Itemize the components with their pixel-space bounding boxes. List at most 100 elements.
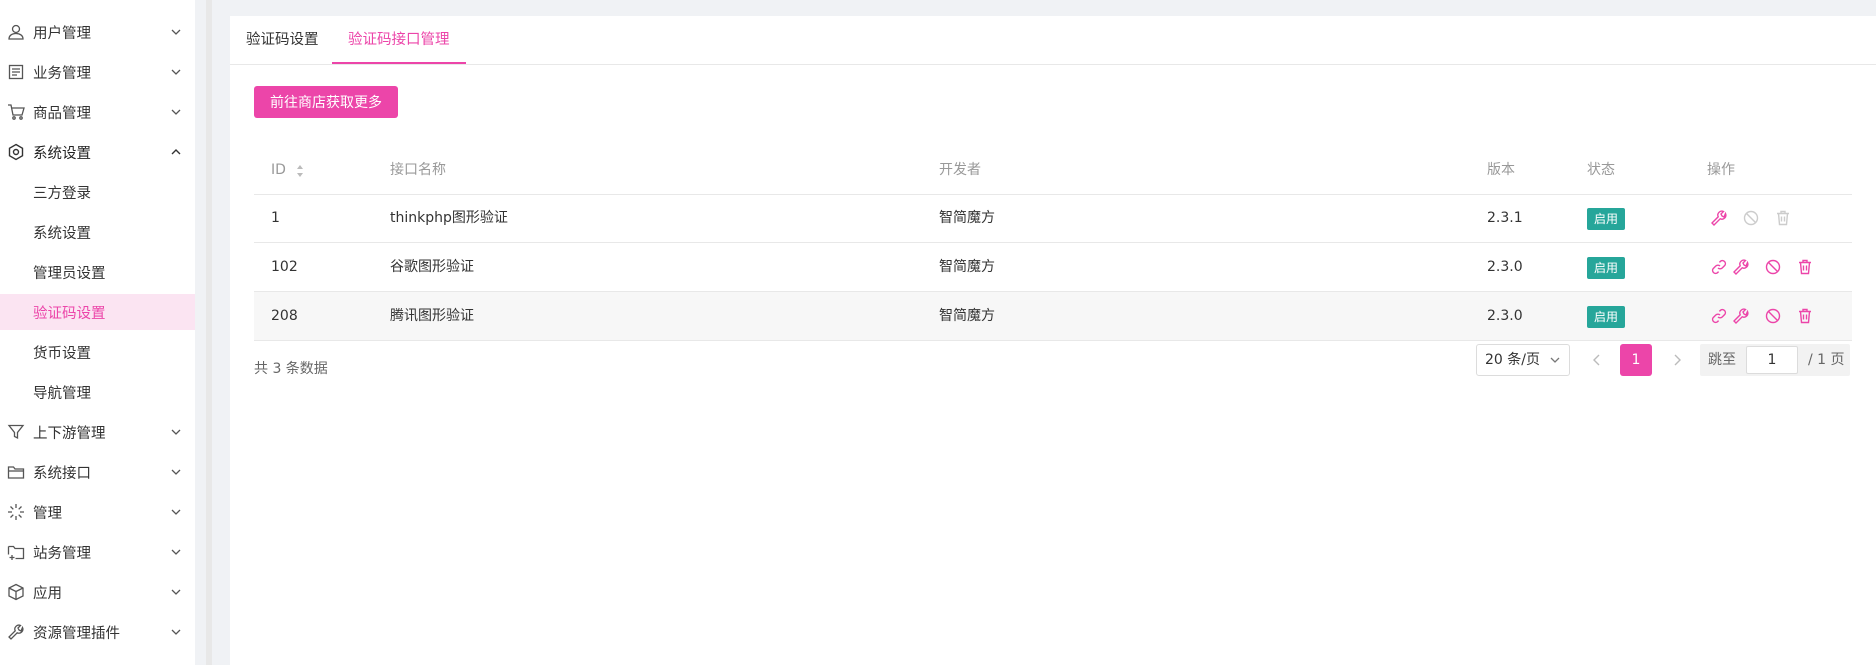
cell-version: 2.3.1 [1487, 210, 1523, 226]
sidebar-item-applications[interactable]: 应用 [0, 574, 195, 610]
chevron-up-icon [171, 149, 181, 155]
folder-plus-icon [7, 545, 25, 560]
sidebar-subitem-admin-settings[interactable]: 管理员设置 [0, 254, 195, 290]
sidebar-item-label: 站务管理 [33, 545, 91, 562]
column-header-version: 版本 [1487, 162, 1515, 178]
sidebar-item-label: 上下游管理 [33, 425, 106, 442]
folder-icon [7, 466, 25, 479]
tab-bar: 验证码设置 验证码接口管理 [230, 16, 1876, 65]
disable-icon[interactable] [1764, 258, 1782, 276]
total-pages: / 1 页 [1808, 352, 1845, 368]
next-page-icon[interactable] [1670, 352, 1684, 368]
sort-icon[interactable] [296, 163, 304, 179]
column-header-status: 状态 [1587, 162, 1615, 178]
sidebar-item-resource-plugins[interactable]: 资源管理插件 [0, 614, 195, 650]
box-icon [8, 583, 24, 601]
tab-captcha-interface-management[interactable]: 验证码接口管理 [332, 16, 466, 64]
sidebar-subitem-currency-settings[interactable]: 货币设置 [0, 334, 195, 370]
cell-developer: 智简魔方 [939, 210, 995, 226]
sidebar-subitem-label: 导航管理 [33, 385, 91, 402]
sidebar-subitem-label: 货币设置 [33, 345, 91, 362]
sidebar-item-label: 用户管理 [33, 25, 91, 42]
link-icon[interactable] [1710, 307, 1728, 325]
delete-icon[interactable] [1796, 307, 1814, 325]
sidebar-item-business-management[interactable]: 业务管理 [0, 54, 195, 90]
sidebar-scrollbar[interactable] [206, 0, 212, 665]
sidebar-subitem-system-settings[interactable]: 系统设置 [0, 214, 195, 250]
sidebar-subitem-label: 系统设置 [33, 225, 91, 242]
chevron-down-icon [171, 469, 181, 475]
jump-label: 跳至 [1708, 352, 1736, 368]
sidebar-item-label: 业务管理 [33, 65, 91, 82]
sidebar-item-system-settings[interactable]: 系统设置 [0, 134, 195, 170]
main-panel: 验证码设置 验证码接口管理 前往商店获取更多 ID 接口名称 开发者 版本 状态… [230, 16, 1876, 665]
sidebar-item-label: 商品管理 [33, 105, 91, 122]
page-size-select[interactable]: 20 条/页 [1476, 344, 1570, 376]
sidebar-item-label: 管理 [33, 505, 62, 522]
sidebar-subitem-label: 管理员设置 [33, 265, 106, 282]
disable-icon[interactable] [1764, 307, 1782, 325]
status-badge: 启用 [1587, 257, 1626, 279]
sidebar-subitem-label: 三方登录 [33, 185, 91, 202]
chevron-down-icon [171, 509, 181, 515]
sidebar-item-upstream-downstream[interactable]: 上下游管理 [0, 414, 195, 450]
tab-captcha-settings[interactable]: 验证码设置 [230, 16, 335, 64]
wrench-icon[interactable] [1732, 307, 1750, 325]
sidebar-item-product-management[interactable]: 商品管理 [0, 94, 195, 130]
column-header-name: 接口名称 [390, 162, 446, 178]
cell-name: 谷歌图形验证 [390, 259, 474, 275]
prev-page-icon[interactable] [1590, 352, 1604, 368]
cell-id: 208 [271, 308, 298, 324]
cell-name: 腾讯图形验证 [390, 308, 474, 324]
table-row: 102 谷歌图形验证 智简魔方 2.3.0 启用 [254, 243, 1852, 292]
wrench-icon[interactable] [1710, 209, 1728, 227]
page-size-value: 20 条/页 [1485, 352, 1540, 368]
hexagon-settings-icon [8, 143, 24, 161]
wrench-icon [8, 624, 24, 640]
table-header: ID 接口名称 开发者 版本 状态 操作 [254, 146, 1852, 195]
cell-id: 102 [271, 259, 298, 275]
total-count: 共 3 条数据 [254, 361, 328, 377]
chevron-down-icon [1550, 357, 1560, 363]
page-jumper: 跳至 / 1 页 [1700, 344, 1850, 376]
page-number-current[interactable]: 1 [1620, 344, 1652, 376]
chevron-down-icon [171, 589, 181, 595]
sidebar-subitem-navigation-management[interactable]: 导航管理 [0, 374, 195, 410]
cell-name: thinkphp图形验证 [390, 210, 508, 226]
table-row: 208 腾讯图形验证 智简魔方 2.3.0 启用 [254, 292, 1852, 341]
sidebar-item-label: 系统设置 [33, 145, 91, 162]
status-badge: 启用 [1587, 306, 1626, 328]
sidebar-subitem-captcha-settings[interactable]: 验证码设置 [0, 294, 195, 330]
status-badge: 启用 [1587, 208, 1626, 230]
sidebar-item-label: 系统接口 [33, 465, 91, 482]
chevron-down-icon [171, 69, 181, 75]
cart-icon [8, 104, 25, 120]
cell-developer: 智简魔方 [939, 259, 995, 275]
wrench-icon[interactable] [1732, 258, 1750, 276]
column-header-id: ID [271, 162, 286, 178]
filter-icon [7, 424, 25, 440]
chevron-down-icon [171, 109, 181, 115]
delete-icon [1777, 210, 1789, 226]
cell-developer: 智简魔方 [939, 308, 995, 324]
sidebar: 用户管理 业务管理 商品管理 系统设置 三方登录 系统设置 管理员设置 验证码设… [0, 0, 195, 665]
document-icon [8, 64, 24, 80]
sidebar-item-user-management[interactable]: 用户管理 [0, 14, 195, 50]
column-header-actions: 操作 [1707, 162, 1735, 178]
chevron-down-icon [171, 629, 181, 635]
sidebar-item-system-interface[interactable]: 系统接口 [0, 454, 195, 490]
delete-icon[interactable] [1796, 258, 1814, 276]
go-to-store-button[interactable]: 前往商店获取更多 [254, 86, 398, 118]
sparkle-icon [8, 504, 24, 520]
sidebar-item-management[interactable]: 管理 [0, 494, 195, 530]
table-row: 1 thinkphp图形验证 智简魔方 2.3.1 启用 [254, 194, 1852, 243]
cell-version: 2.3.0 [1487, 308, 1523, 324]
cell-version: 2.3.0 [1487, 259, 1523, 275]
disable-icon [1743, 210, 1759, 226]
sidebar-subitem-label: 验证码设置 [33, 305, 106, 322]
sidebar-item-station-management[interactable]: 站务管理 [0, 534, 195, 570]
chevron-down-icon [171, 29, 181, 35]
link-icon[interactable] [1710, 258, 1728, 276]
sidebar-subitem-third-party-login[interactable]: 三方登录 [0, 174, 195, 210]
jump-page-input[interactable] [1746, 346, 1798, 374]
